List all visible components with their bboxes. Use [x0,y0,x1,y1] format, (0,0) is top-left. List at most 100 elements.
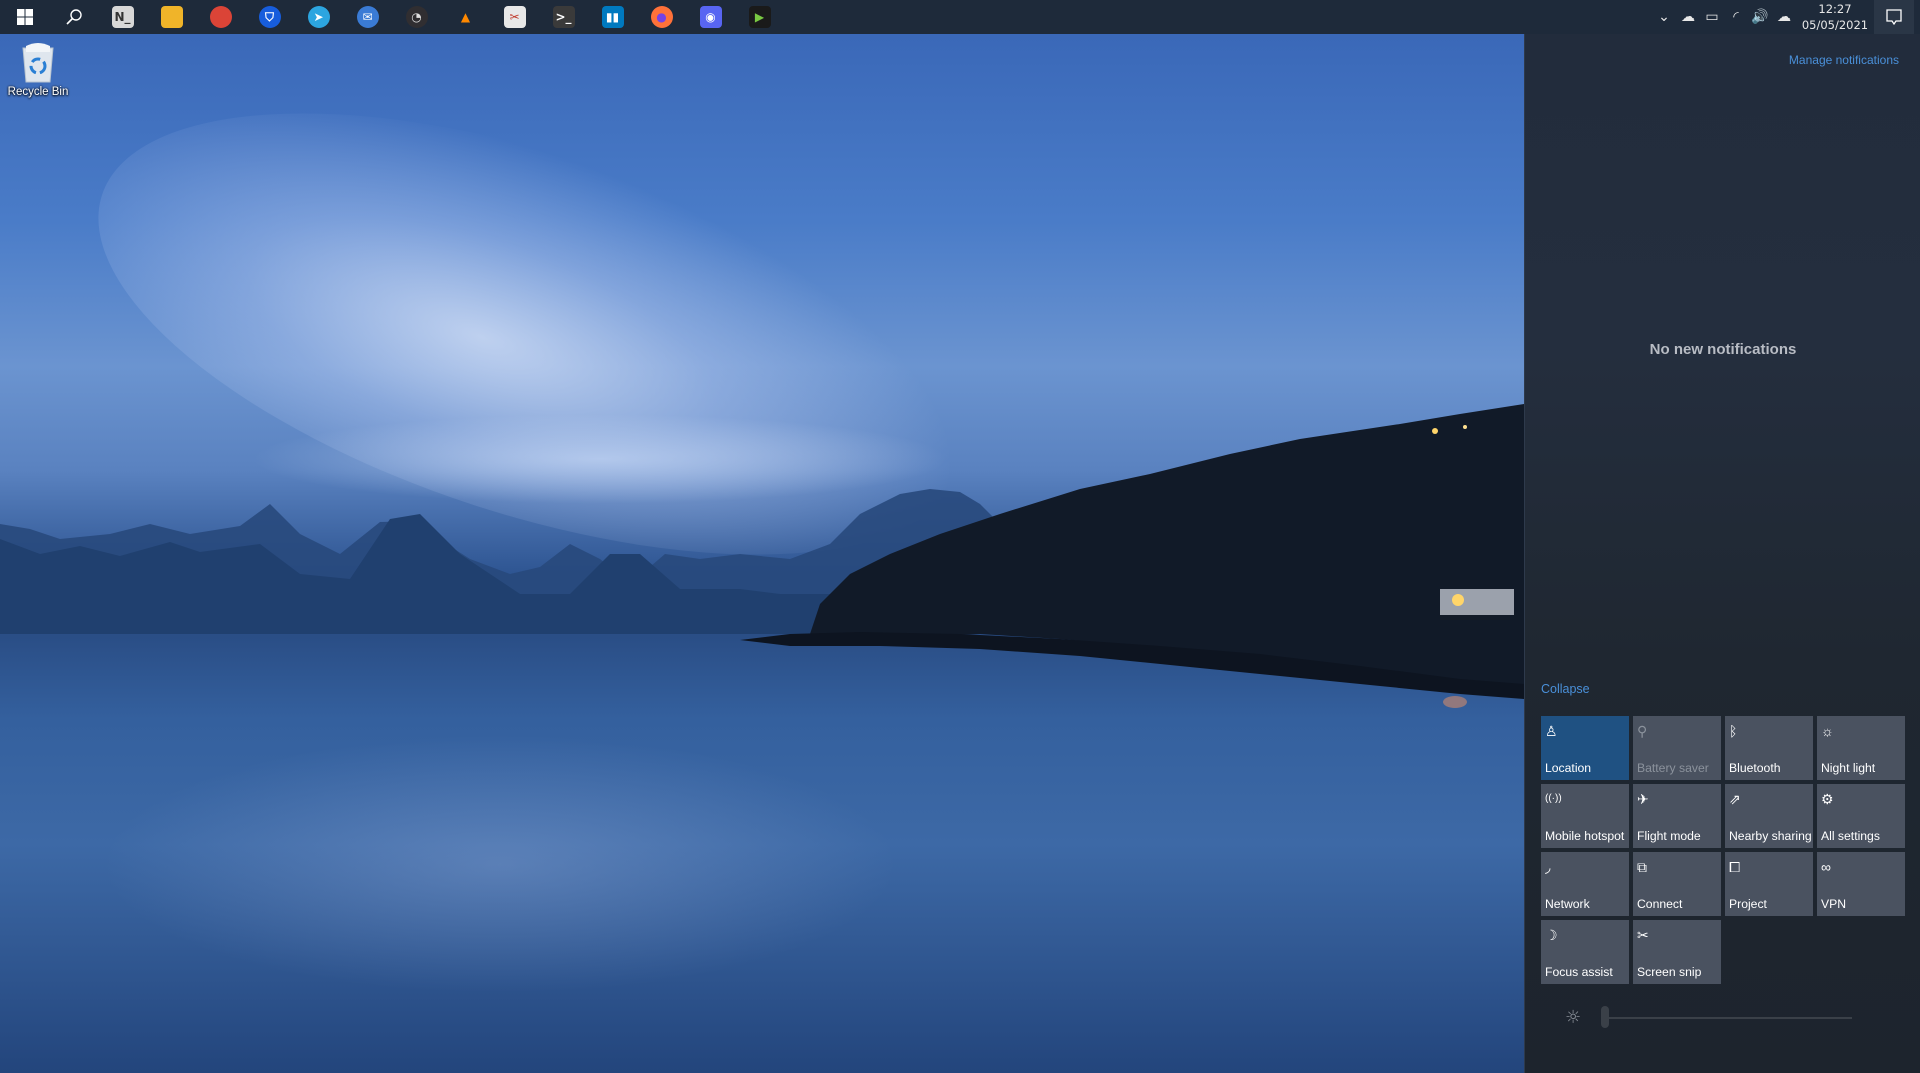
quick-action-location[interactable]: ♙ Location [1541,716,1629,780]
clock-time: 12:27 [1818,2,1852,16]
clock[interactable]: 12:27 05/05/2021 [1800,1,1870,33]
quick-action-flight-mode[interactable]: ✈ Flight mode [1633,784,1721,848]
cloud-icon: ☁ [1681,9,1695,25]
quick-action-night-light[interactable]: ☼ Night light [1817,716,1905,780]
network-icon: ◞ [1545,859,1551,875]
desktop-icon-recycle-bin[interactable]: Recycle Bin [4,42,72,98]
tray-battery[interactable]: ▭ [1700,0,1724,34]
brightness-slider-thumb[interactable] [1601,1006,1609,1028]
search-button[interactable] [49,0,98,34]
wallpaper-light-reflection [1443,696,1467,708]
quick-action-battery-saver[interactable]: ⚲ Battery saver [1633,716,1721,780]
night-light-icon: ☼ [1821,723,1834,739]
moon-icon: ☽ [1545,927,1558,943]
quick-action-label: All settings [1821,829,1880,843]
tray-show-hidden-icons[interactable]: ⌄ [1652,0,1676,34]
location-icon: ♙ [1545,723,1558,739]
taskbar-app-obs-studio[interactable]: ◔ [392,0,441,34]
firefox-icon: ● [650,6,673,28]
play-icon: ▶ [748,6,771,28]
quick-action-label: Location [1545,761,1592,775]
taskbar-app-chrome[interactable] [196,0,245,34]
quick-action-label: Network [1545,897,1590,911]
tray-volume[interactable]: 🔊 [1748,0,1772,34]
taskbar-app-thunderbird[interactable]: ✉ [343,0,392,34]
recycle-bin-icon [20,42,56,84]
quick-action-mobile-hotspot[interactable]: ((·)) Mobile hotspot [1541,784,1629,848]
taskbar-app-terminal[interactable]: >_ [539,0,588,34]
quick-action-label: VPN [1821,897,1847,911]
quick-action-label: Flight mode [1637,829,1701,843]
action-center-button[interactable] [1874,0,1914,34]
wallpaper-cottage [1440,589,1514,615]
quick-action-label: Screen snip [1637,965,1702,979]
tray-icons: ⌄ ☁ ▭ ◜ 🔊 ☁ [1652,0,1796,34]
bitwarden-icon: ⛉ [258,6,281,28]
wallpaper-hill-light [1432,428,1438,434]
quick-action-screen-snip[interactable]: ✂ Screen snip [1633,920,1721,984]
taskbar-app-trello[interactable]: ▮▮ [588,0,637,34]
brightness-icon: ☼ [1565,1007,1582,1028]
quick-action-label: Focus assist [1545,965,1613,979]
battery-charging-icon: ▭ [1705,9,1719,25]
taskbar-app-telegram[interactable]: ➤ [294,0,343,34]
pinned-apps: N_ ⛉ ➤ ✉ ◔ ▲ ✂ >_ ▮▮ ● ◉ ▶ [98,0,784,34]
telegram-icon: ➤ [307,6,330,28]
vpn-icon: ∞ [1821,859,1831,875]
quick-action-label: Connect [1637,897,1683,911]
tray-wifi[interactable]: ◜ [1724,0,1748,34]
quick-action-label: Bluetooth [1729,761,1781,775]
windows-logo-icon [16,9,33,25]
taskbar-app-firefox[interactable]: ● [637,0,686,34]
taskbar-app-file-explorer[interactable] [147,0,196,34]
chevron-up-icon: ⌄ [1658,9,1670,25]
tray-cloud-sync[interactable]: ☁ [1772,0,1796,34]
airplane-icon: ✈ [1637,791,1649,807]
taskbar-app-vlc[interactable]: ▲ [441,0,490,34]
wallpaper-hill-light-2 [1463,425,1467,429]
gear-icon: ⚙ [1821,791,1834,807]
quick-action-project[interactable]: ⧠ Project [1725,852,1813,916]
project-icon: ⧠ [1729,859,1741,875]
action-center-panel: Manage notifications No new notification… [1524,34,1920,1073]
taskbar-app-notepad-app[interactable]: N_ [98,0,147,34]
quick-action-label: Mobile hotspot [1545,829,1625,843]
quick-action-vpn[interactable]: ∞ VPN [1817,852,1905,916]
quick-action-nearby-sharing[interactable]: ⇗ Nearby sharing [1725,784,1813,848]
manage-notifications-link[interactable]: Manage notifications [1789,53,1899,67]
start-button[interactable] [0,0,49,34]
quick-action-focus-assist[interactable]: ☽ Focus assist [1541,920,1629,984]
taskbar-app-bitwarden[interactable]: ⛉ [245,0,294,34]
nearby-sharing-icon: ⇗ [1729,791,1741,807]
taskbar-app-discord[interactable]: ◉ [686,0,735,34]
quick-action-label: Battery saver [1637,761,1709,775]
brightness-slider-track[interactable] [1607,1017,1852,1019]
cloud-upload-icon: ☁ [1777,9,1791,25]
quick-action-network[interactable]: ◞ Network [1541,852,1629,916]
recycle-bin-label: Recycle Bin [7,86,69,98]
tray-onedrive[interactable]: ☁ [1676,0,1700,34]
battery-saver-icon: ⚲ [1637,723,1648,739]
quick-actions-grid: ♙ Location ⚲ Battery saver ᛒ Bluetooth ☼ Night … [1541,716,1907,984]
taskbar: N_ ⛉ ➤ ✉ ◔ ▲ ✂ >_ ▮▮ ● ◉ ▶ ⌄ ☁ ▭ ◜ 🔊 ☁ 12:27 05/05/2021 [0,0,1920,34]
quick-action-label: Night light [1821,761,1876,775]
notepad-icon: N_ [111,6,134,28]
quick-action-label: Project [1729,897,1767,911]
quick-action-connect[interactable]: ⧉ Connect [1633,852,1721,916]
screen-snip-icon: ✂ [1637,927,1649,943]
connect-icon: ⧉ [1637,859,1647,875]
scissors-icon: ✂ [503,6,526,28]
wallpaper-cottage-light [1452,594,1464,606]
clock-date: 05/05/2021 [1801,18,1869,32]
search-icon [65,9,82,25]
wifi-icon: ◜ [1733,9,1739,25]
discord-icon: ◉ [699,6,722,28]
quick-action-bluetooth[interactable]: ᛒ Bluetooth [1725,716,1813,780]
quick-action-all-settings[interactable]: ⚙ All settings [1817,784,1905,848]
collapse-link[interactable]: Collapse [1541,682,1590,696]
quick-action-label: Nearby sharing [1729,829,1812,843]
terminal-icon: >_ [552,6,575,28]
thunderbird-icon: ✉ [356,6,379,28]
taskbar-app-snipping-tool[interactable]: ✂ [490,0,539,34]
taskbar-app-media-player[interactable]: ▶ [735,0,784,34]
